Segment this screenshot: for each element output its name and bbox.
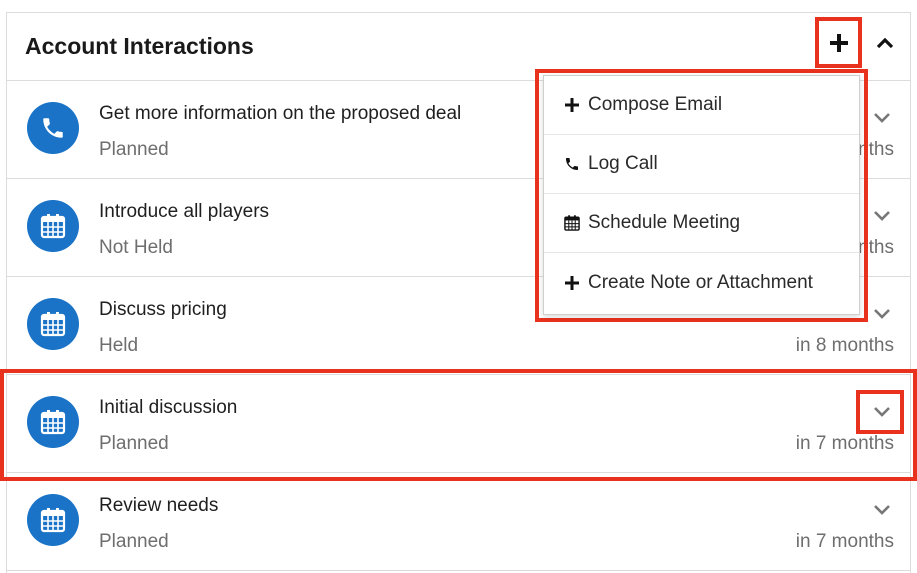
list-item[interactable]: Review needs Planned in 7 months — [7, 473, 910, 571]
menu-item-label: Schedule Meeting — [588, 212, 741, 233]
menu-item-label: Create Note or Attachment — [588, 271, 813, 293]
phone-icon — [27, 102, 79, 154]
calendar-icon — [27, 396, 79, 448]
menu-item-compose-email[interactable]: Compose Email — [544, 76, 859, 135]
interaction-status: Planned — [99, 433, 169, 454]
interaction-title[interactable]: Introduce all players — [99, 201, 269, 223]
interaction-title[interactable]: Initial discussion — [99, 397, 237, 419]
chevron-down-icon — [874, 309, 890, 319]
phone-icon — [562, 154, 582, 174]
menu-item-create-note[interactable]: Create Note or Attachment — [544, 253, 859, 312]
row-actions-chevron-button[interactable] — [872, 401, 892, 421]
interaction-title[interactable]: Get more information on the proposed dea… — [99, 103, 461, 125]
plus-icon — [562, 95, 582, 115]
interaction-title[interactable]: Review needs — [99, 495, 218, 517]
calendar-icon — [562, 213, 582, 233]
interaction-title[interactable]: Discuss pricing — [99, 299, 227, 321]
interaction-status: Planned — [99, 531, 169, 552]
menu-item-label: Log Call — [588, 153, 658, 174]
panel-title: Account Interactions — [25, 33, 254, 59]
menu-item-label: Compose Email — [588, 94, 723, 115]
calendar-icon — [27, 298, 79, 350]
chevron-down-icon — [874, 113, 890, 123]
row-actions-chevron-button[interactable] — [872, 205, 892, 225]
plus-icon — [562, 273, 582, 293]
chevron-down-icon — [874, 407, 890, 417]
calendar-icon — [27, 494, 79, 546]
plus-icon — [829, 33, 848, 52]
interaction-status: Held — [99, 335, 139, 356]
add-interaction-button[interactable] — [815, 17, 862, 68]
list-item[interactable]: Initial discussion Planned in 7 months — [7, 375, 910, 473]
collapse-panel-button[interactable] — [873, 31, 897, 55]
chevron-down-icon — [874, 211, 890, 221]
row-actions-chevron-button[interactable] — [872, 107, 892, 127]
interaction-time: in 8 months — [795, 335, 894, 356]
chevron-up-icon — [876, 37, 894, 49]
row-actions-chevron-button[interactable] — [872, 303, 892, 323]
interaction-status: Planned — [99, 139, 169, 160]
calendar-icon — [27, 200, 79, 252]
interaction-time: in 7 months — [795, 531, 894, 552]
menu-item-log-call[interactable]: Log Call — [544, 135, 859, 194]
interaction-status: Not Held — [99, 237, 173, 258]
interaction-time: in 7 months — [795, 433, 894, 454]
chevron-down-icon — [874, 505, 890, 515]
row-actions-chevron-button[interactable] — [872, 499, 892, 519]
menu-item-schedule-meeting[interactable]: Schedule Meeting — [544, 194, 859, 253]
add-interaction-menu: Compose Email Log Call Schedule Meeting … — [543, 75, 860, 315]
